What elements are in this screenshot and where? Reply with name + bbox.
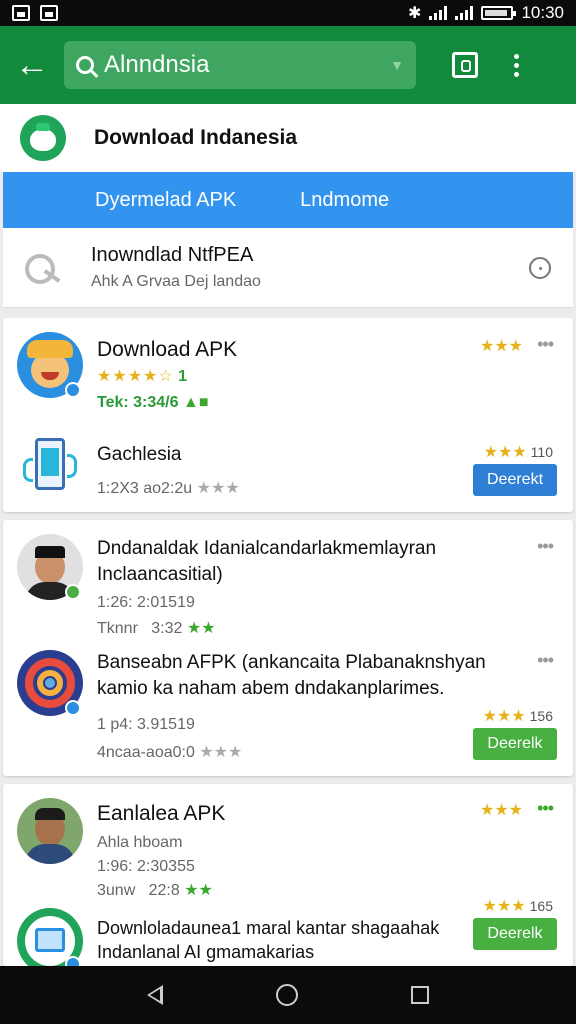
search-icon xyxy=(76,56,94,74)
app-card: Dndanaldak Idanialcandarlakmemlayran Inc… xyxy=(3,520,573,776)
list-item[interactable]: Download APK ★★★★☆ 1 Tek: 3:34/6 ▲■ ★★★ … xyxy=(3,318,573,418)
signal-icon-2 xyxy=(455,6,474,20)
more-options-icon[interactable]: ••• xyxy=(537,798,554,819)
overflow-menu-icon[interactable] xyxy=(514,53,519,77)
more-options-icon[interactable]: ••• xyxy=(537,650,554,671)
verified-badge xyxy=(65,382,81,398)
navigation-bar xyxy=(0,966,576,1024)
app-name-line-2: Indanlanal AI gmamakarias xyxy=(97,942,315,962)
more-options-icon[interactable]: ••• xyxy=(537,536,554,557)
back-arrow-icon[interactable]: ← xyxy=(0,26,64,104)
app-meta-2: Tknnr 3:32 ★★ xyxy=(97,620,216,637)
list-item[interactable]: Banseabn AFPK (ankancaita Plabanaknshyan… xyxy=(3,640,573,776)
app-rating: ★★★ 156 xyxy=(482,708,553,725)
app-name-line-2: Inclaancasitial) xyxy=(97,564,223,585)
app-meta-2: 4ncaa-aoa0:0 ★★★ xyxy=(97,744,243,761)
app-meta: Ahla hboam xyxy=(97,834,183,851)
list-item[interactable]: Downloladaunea1 maral kantar shagaahak I… xyxy=(3,894,573,974)
more-options-icon[interactable]: ••• xyxy=(537,334,554,355)
status-time: 10:30 xyxy=(521,3,564,22)
app-name-line-2: kamio ka naham abem dndakanplarimes. xyxy=(97,678,445,699)
recents-nav-icon[interactable] xyxy=(411,986,430,1004)
app-meta: 1:26: 2:01519 xyxy=(97,594,195,611)
search-input[interactable]: Alnndnsia ▼ xyxy=(64,41,416,89)
page-title: Download Indanesia xyxy=(94,126,298,149)
app-name: Banseabn AFPK (ankancaita Plabanaknshyan xyxy=(97,652,486,673)
app-name: Gachlesia xyxy=(97,444,182,465)
home-nav-icon[interactable] xyxy=(275,984,298,1006)
search-value: Alnndnsia xyxy=(104,51,210,78)
app-logo xyxy=(20,115,66,161)
app-bar: ← Alnndnsia ▼ xyxy=(0,26,576,104)
banner-title: Inowndlad NtfPEA xyxy=(91,244,254,266)
download-banner[interactable]: Inowndlad NtfPEA Ahk A Grvaa Dej landao xyxy=(3,228,573,308)
app-name: Dndanaldak Idanialcandarlakmemlayran xyxy=(97,538,437,559)
list-item[interactable]: Gachlesia 1:2X3 ao2:2u ★★★ ★★★ 110 Deerek… xyxy=(3,422,573,512)
app-name: Downloladaunea1 maral kantar shagaahak xyxy=(97,918,440,938)
screenshot-icon[interactable] xyxy=(452,52,478,78)
phone-icon xyxy=(17,434,83,500)
bluetooth-icon: ✱ xyxy=(408,5,422,22)
chevron-down-icon[interactable]: ▼ xyxy=(390,57,404,73)
app-top-rating: ★★★ xyxy=(479,802,523,819)
verified-badge xyxy=(65,584,81,600)
app-meta: Tek: 3:34/6 ▲■ xyxy=(97,394,209,411)
app-name: Download APK xyxy=(97,338,238,361)
download-button[interactable]: Deerekt xyxy=(473,464,557,496)
gallery-icon xyxy=(12,5,30,21)
list-item[interactable]: Eanlalea APK Ahla hboam 1:96: 2:30355 3u… xyxy=(3,784,573,915)
app-meta-2: 1:96: 2:30355 xyxy=(97,858,195,875)
app-rating: ★★★ 110 xyxy=(483,444,553,461)
app-card: Eanlalea APK Ahla hboam 1:96: 2:30355 3u… xyxy=(3,784,573,974)
download-button[interactable]: Deerelk xyxy=(473,728,557,760)
page-header: Download Indanesia xyxy=(0,104,576,172)
signal-icon xyxy=(429,6,448,20)
banner-subtitle: Ahk A Grvaa Dej landao xyxy=(91,273,261,290)
clock-icon[interactable] xyxy=(529,256,551,279)
status-bar: ✱ 10:30 xyxy=(0,0,576,26)
app-top-rating: ★★★ xyxy=(479,338,523,355)
image-icon xyxy=(40,5,58,21)
app-name: Eanlalea APK xyxy=(97,802,226,825)
battery-icon xyxy=(481,6,517,20)
app-rating: ★★★★☆ 1 xyxy=(97,368,188,385)
app-meta: 1:2X3 ao2:2u ★★★ xyxy=(97,480,240,497)
back-nav-icon[interactable] xyxy=(146,985,163,1005)
verified-badge xyxy=(65,700,81,716)
tab-bar: Dyermelad APK Lndmome xyxy=(3,172,573,228)
avatar xyxy=(17,798,83,864)
list-item[interactable]: Dndanaldak Idanialcandarlakmemlayran Inc… xyxy=(3,520,573,638)
download-button[interactable]: Deerelk xyxy=(473,918,557,950)
app-card: Download APK ★★★★☆ 1 Tek: 3:34/6 ▲■ ★★★ … xyxy=(3,318,573,512)
tab-download-apk[interactable]: Dyermelad APK xyxy=(3,189,236,212)
app-meta: 1 p4: 3.91519 xyxy=(97,716,195,733)
tab-home[interactable]: Lndmome xyxy=(236,189,389,212)
search-icon xyxy=(23,250,63,286)
